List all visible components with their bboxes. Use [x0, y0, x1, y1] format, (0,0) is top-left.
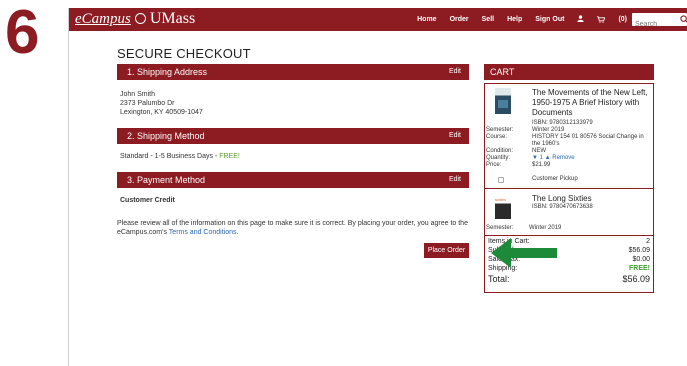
- search-input[interactable]: [632, 18, 676, 31]
- course-value: HISTORY 154 01 80576 Social Change in th…: [532, 134, 644, 147]
- address-name: John Smith: [120, 91, 156, 98]
- semester-value: Winter 2019: [529, 225, 562, 231]
- search-box: [632, 13, 687, 31]
- customer-pickup-checkbox[interactable]: [498, 177, 504, 183]
- payment-method-header: 3. Payment Method Edit: [117, 172, 469, 188]
- quantity-label: Quantity:: [486, 155, 511, 161]
- section-title: 1. Shipping Address: [127, 67, 208, 77]
- nav-sign-out[interactable]: Sign Out: [535, 16, 564, 23]
- edit-shipping-address-link[interactable]: Edit: [449, 64, 461, 80]
- top-nav-bar: eCampus UMass Home Order Sell Help Sign O…: [69, 8, 687, 31]
- price-value: $21.99: [532, 162, 551, 168]
- item-title: The Movements of the New Left, 1950-1975…: [532, 88, 648, 117]
- shipping-method-value: Standard - 1-5 Business Days - FREE!: [120, 153, 240, 160]
- address-street: 2373 Palumbo Dr: [120, 100, 175, 107]
- book-cover-label: sixties: [495, 197, 507, 202]
- shipping-method-header: 2. Shipping Method Edit: [117, 128, 469, 144]
- semester-label: Semester:: [486, 225, 514, 231]
- shipping-value: FREE!: [629, 265, 650, 272]
- logo[interactable]: eCampus UMass: [75, 10, 195, 28]
- cart-count: (0): [618, 16, 627, 23]
- nav-order[interactable]: Order: [450, 16, 469, 23]
- edit-shipping-method-link[interactable]: Edit: [449, 128, 461, 144]
- quantity-value: 1: [539, 155, 543, 161]
- review-notice: Please review all of the information on …: [117, 219, 473, 237]
- nav-sell[interactable]: Sell: [482, 16, 494, 23]
- cart-header: CART: [484, 64, 654, 80]
- price-label: Price:: [486, 162, 502, 168]
- user-icon[interactable]: [577, 15, 585, 24]
- step-number: 6: [5, 0, 40, 67]
- quantity-stepper[interactable]: ▼ 1 ▲ Remove: [532, 155, 575, 161]
- cart-button[interactable]: (0): [597, 16, 627, 23]
- edit-payment-method-link[interactable]: Edit: [449, 172, 461, 188]
- cart-item: The Movements of the New Left, 1950-1975…: [485, 84, 653, 189]
- terms-link[interactable]: Terms and Conditions: [169, 229, 237, 236]
- search-icon[interactable]: [680, 15, 687, 24]
- notice-end: .: [236, 229, 239, 236]
- item-isbn: ISBN: 9780470673638: [532, 204, 593, 210]
- customer-pickup-label: Customer Pickup: [532, 176, 578, 182]
- semester-row: Semester: Winter 2019: [486, 225, 561, 231]
- green-arrow-icon: [491, 238, 557, 268]
- decrement-icon[interactable]: ▼: [532, 155, 538, 161]
- remove-link[interactable]: Remove: [552, 155, 574, 161]
- address-city: Lexington, KY 40509-1047: [120, 109, 203, 116]
- logo-umass: UMass: [149, 10, 196, 27]
- condition-value: NEW: [532, 148, 546, 154]
- items-value: 2: [646, 238, 650, 245]
- increment-icon[interactable]: ▲: [545, 155, 551, 161]
- logo-ecampus: eCampus: [75, 11, 131, 27]
- nav-menu: Home Order Sell Help Sign Out (0): [404, 8, 627, 31]
- umass-seal-icon: [134, 13, 146, 24]
- shipping-address-header: 1. Shipping Address Edit: [117, 64, 469, 80]
- divider: [68, 8, 69, 366]
- nav-help[interactable]: Help: [507, 16, 522, 23]
- total-label: Total:: [488, 274, 510, 284]
- page-title: SECURE CHECKOUT: [117, 46, 251, 61]
- payment-method-value: Customer Credit: [120, 197, 175, 204]
- section-title: 2. Shipping Method: [127, 131, 205, 141]
- free-shipping-label: FREE!: [219, 153, 240, 160]
- shipping-method-text: Standard - 1-5 Business Days -: [120, 153, 220, 160]
- item-title: The Long Sixties: [532, 194, 592, 203]
- place-order-button[interactable]: Place Order: [424, 243, 469, 258]
- total-row: Total: $56.09: [485, 274, 653, 286]
- tax-value: $0.00: [632, 256, 650, 263]
- subtotal-value: $56.09: [628, 247, 650, 254]
- cart-icon: [597, 16, 606, 23]
- shipping-address: John Smith 2373 Palumbo Dr Lexington, KY…: [120, 90, 203, 117]
- semester-label: Semester:: [486, 127, 514, 133]
- semester-value: Winter 2019: [532, 127, 565, 133]
- total-value: $56.09: [622, 274, 650, 284]
- item-isbn: ISBN: 9780312133979: [532, 120, 593, 126]
- nav-home[interactable]: Home: [417, 16, 436, 23]
- condition-label: Condition:: [486, 148, 514, 154]
- book-cover-image: [495, 88, 511, 114]
- course-label: Course:: [486, 134, 508, 140]
- section-title: 3. Payment Method: [127, 175, 206, 185]
